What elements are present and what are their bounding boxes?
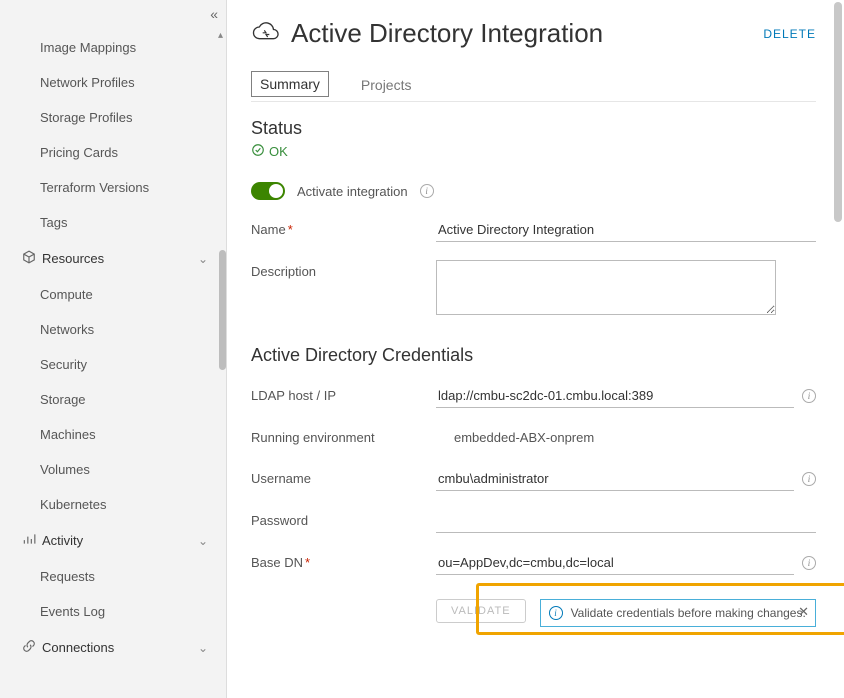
- chevron-down-icon: ⌄: [198, 534, 216, 548]
- close-icon[interactable]: ✕: [798, 604, 809, 620]
- main-content: Active Directory Integration DELETE Summ…: [227, 0, 844, 698]
- sidebar-item-label: Kubernetes: [40, 497, 107, 512]
- cube-icon: [22, 250, 36, 267]
- sidebar-group-activity[interactable]: Activity ⌄: [0, 522, 226, 559]
- validate-button[interactable]: VALIDATE: [436, 599, 526, 623]
- sidebar-item-label: Image Mappings: [40, 40, 136, 55]
- info-icon[interactable]: i: [420, 184, 434, 198]
- sidebar-item-network-profiles[interactable]: Network Profiles: [0, 65, 226, 100]
- sidebar: « ▴ Image Mappings Network Profiles Stor…: [0, 0, 227, 698]
- scroll-up-caret-icon[interactable]: ▴: [218, 30, 223, 41]
- sidebar-item-kubernetes[interactable]: Kubernetes: [0, 487, 226, 522]
- tab-projects[interactable]: Projects: [357, 71, 416, 101]
- sidebar-item-label: Requests: [40, 569, 95, 584]
- sidebar-item-label: Security: [40, 357, 87, 372]
- sidebar-item-security[interactable]: Security: [0, 347, 226, 382]
- status-ok-indicator: OK: [251, 143, 816, 160]
- sidebar-scrollbar[interactable]: [219, 250, 226, 370]
- credentials-heading: Active Directory Credentials: [251, 345, 816, 366]
- ldap-label: LDAP host / IP: [251, 384, 426, 403]
- ldap-host-input[interactable]: [436, 384, 794, 408]
- sidebar-item-requests[interactable]: Requests: [0, 559, 226, 594]
- sidebar-item-storage[interactable]: Storage: [0, 382, 226, 417]
- main-scrollbar[interactable]: [834, 2, 842, 222]
- page-title: Active Directory Integration: [291, 18, 603, 49]
- cloud-sync-icon: [251, 21, 281, 46]
- sidebar-group-resources[interactable]: Resources ⌄: [0, 240, 226, 277]
- validate-info-banner: i Validate credentials before making cha…: [540, 599, 816, 627]
- chevron-down-icon: ⌄: [198, 252, 216, 266]
- sidebar-group-label: Resources: [42, 251, 104, 266]
- info-icon: i: [549, 606, 563, 620]
- description-label: Description: [251, 260, 426, 279]
- sidebar-group-label: Connections: [42, 640, 114, 655]
- delete-button[interactable]: DELETE: [763, 27, 816, 41]
- sidebar-item-label: Storage Profiles: [40, 110, 133, 125]
- sidebar-item-storage-profiles[interactable]: Storage Profiles: [0, 100, 226, 135]
- tabs: Summary Projects: [251, 71, 816, 102]
- status-heading: Status: [251, 118, 816, 139]
- sidebar-item-tags[interactable]: Tags: [0, 205, 226, 240]
- sidebar-group-connections[interactable]: Connections ⌄: [0, 629, 226, 666]
- sidebar-group-label: Activity: [42, 533, 83, 548]
- validate-info-text: Validate credentials before making chang…: [571, 606, 806, 620]
- activate-integration-toggle[interactable]: [251, 182, 285, 200]
- chart-icon: [22, 532, 36, 549]
- sidebar-item-compute[interactable]: Compute: [0, 277, 226, 312]
- sidebar-item-terraform-versions[interactable]: Terraform Versions: [0, 170, 226, 205]
- sidebar-item-events-log[interactable]: Events Log: [0, 594, 226, 629]
- sidebar-item-machines[interactable]: Machines: [0, 417, 226, 452]
- basedn-input[interactable]: [436, 551, 794, 575]
- description-textarea[interactable]: [436, 260, 776, 315]
- chevron-down-icon: ⌄: [198, 641, 216, 655]
- sidebar-item-label: Network Profiles: [40, 75, 135, 90]
- sidebar-item-volumes[interactable]: Volumes: [0, 452, 226, 487]
- info-icon[interactable]: i: [802, 389, 816, 403]
- status-text: OK: [269, 144, 288, 159]
- password-input[interactable]: [436, 509, 816, 533]
- sidebar-item-networks[interactable]: Networks: [0, 312, 226, 347]
- sidebar-item-label: Volumes: [40, 462, 90, 477]
- sidebar-item-label: Tags: [40, 215, 67, 230]
- sidebar-item-label: Machines: [40, 427, 96, 442]
- info-icon[interactable]: i: [802, 556, 816, 570]
- username-label: Username: [251, 467, 426, 486]
- running-env-label: Running environment: [251, 426, 426, 445]
- check-circle-icon: [251, 143, 265, 160]
- username-input[interactable]: [436, 467, 794, 491]
- basedn-label: Base DN*: [251, 551, 426, 570]
- name-input[interactable]: [436, 218, 816, 242]
- sidebar-item-label: Networks: [40, 322, 94, 337]
- password-label: Password: [251, 509, 426, 528]
- sidebar-item-label: Events Log: [40, 604, 105, 619]
- sidebar-collapse-icon[interactable]: «: [210, 6, 218, 22]
- link-icon: [22, 639, 36, 656]
- tab-summary[interactable]: Summary: [251, 71, 329, 97]
- sidebar-item-image-mappings[interactable]: Image Mappings: [0, 30, 226, 65]
- info-icon[interactable]: i: [802, 472, 816, 486]
- running-env-value: embedded-ABX-onprem: [436, 426, 596, 449]
- sidebar-item-label: Storage: [40, 392, 86, 407]
- sidebar-item-label: Terraform Versions: [40, 180, 149, 195]
- name-label: Name*: [251, 218, 426, 237]
- sidebar-item-label: Compute: [40, 287, 93, 302]
- sidebar-item-label: Pricing Cards: [40, 145, 118, 160]
- activate-integration-label: Activate integration: [297, 184, 408, 199]
- sidebar-item-pricing-cards[interactable]: Pricing Cards: [0, 135, 226, 170]
